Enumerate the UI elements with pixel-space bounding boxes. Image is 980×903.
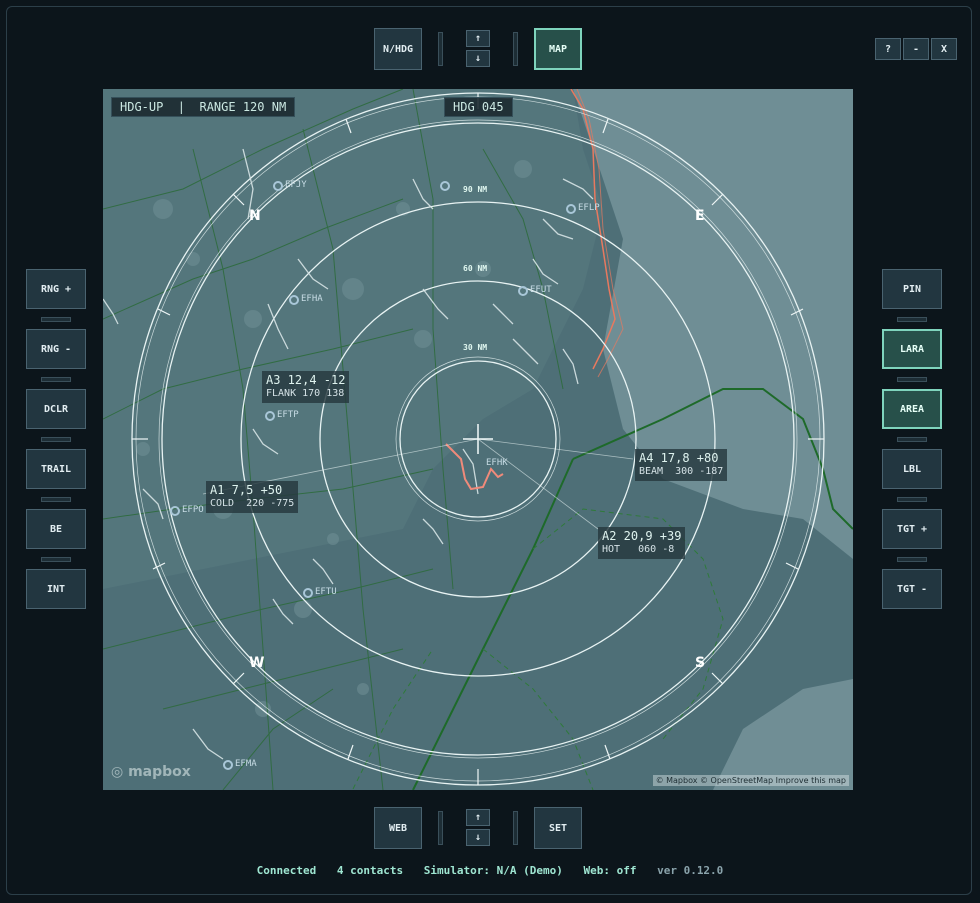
right-separator xyxy=(897,437,927,442)
right-separator xyxy=(897,497,927,502)
bottom-separator-right xyxy=(513,811,518,845)
north-heading-toggle-button[interactable]: N/HDG xyxy=(374,28,422,70)
minimize-button[interactable]: - xyxy=(903,38,929,60)
status-bar: Connected 4 contacts Simulator: N/A (Dem… xyxy=(0,864,980,877)
connection-status: Connected xyxy=(256,864,317,877)
ring-label-60: 60 NM xyxy=(463,264,488,273)
target-label-a4[interactable]: A4 17,8 +80 BEAM 300 -187 xyxy=(635,449,728,481)
top-arrow-down-button[interactable]: ↓ xyxy=(466,50,490,67)
mapbox-logo: ◎ mapbox xyxy=(111,764,191,780)
range-minus-button[interactable]: RNG - xyxy=(26,329,86,369)
bullseye-button[interactable]: BE xyxy=(26,509,86,549)
web-button[interactable]: WEB xyxy=(374,807,422,849)
airport-label: EFLP xyxy=(578,203,600,213)
airport-label: EFMA xyxy=(235,759,257,769)
ring-label-30: 30 NM xyxy=(463,343,488,352)
cardinal-east: E xyxy=(695,208,705,224)
label-button[interactable]: LBL xyxy=(882,449,942,489)
mode-range-indicator: HDG-UP | RANGE 120 NM xyxy=(111,97,296,117)
cardinal-north: N xyxy=(249,208,261,224)
map-attribution[interactable]: © Mapbox © OpenStreetMap Improve this ma… xyxy=(652,775,849,786)
right-separator xyxy=(897,557,927,562)
target-a2-line2: HOT 060 -8 xyxy=(602,544,675,555)
airport-label: EFTP xyxy=(277,410,299,420)
target-a4-line1: A4 17,8 +80 xyxy=(639,451,719,465)
bottom-separator-left xyxy=(438,811,443,845)
top-separator-right xyxy=(513,32,518,66)
left-separator xyxy=(41,437,71,442)
target-a1-line1: A1 7,5 +50 xyxy=(210,483,283,497)
radar-map[interactable]: HDG-UP | RANGE 120 NM HDG 045 30 NM 60 N… xyxy=(103,89,853,790)
target-a4-line2: BEAM 300 -187 xyxy=(639,466,724,477)
airport-label: EFUT xyxy=(530,285,552,295)
left-separator xyxy=(41,377,71,382)
target-a3-line1: A3 12,4 -12 xyxy=(266,373,346,387)
top-arrow-up-button[interactable]: ↑ xyxy=(466,30,490,47)
close-button[interactable]: X xyxy=(931,38,957,60)
settings-button[interactable]: SET xyxy=(534,807,582,849)
contacts-count: 4 contacts xyxy=(336,864,404,877)
heading-indicator: HDG 045 xyxy=(444,97,513,117)
right-separator xyxy=(897,377,927,382)
target-label-a3[interactable]: A3 12,4 -12 FLANK 170 138 xyxy=(262,371,350,403)
left-separator xyxy=(41,497,71,502)
right-separator xyxy=(897,317,927,322)
bottom-arrow-down-button[interactable]: ↓ xyxy=(466,829,490,846)
bottom-arrow-up-button[interactable]: ↑ xyxy=(466,809,490,826)
left-separator xyxy=(41,317,71,322)
airport-label: EFJY xyxy=(285,180,307,190)
left-separator xyxy=(41,557,71,562)
target-minus-button[interactable]: TGT - xyxy=(882,569,942,609)
declutter-button[interactable]: DCLR xyxy=(26,389,86,429)
target-a2-line1: A2 20,9 +39 xyxy=(602,529,682,543)
cardinal-west: W xyxy=(249,655,265,671)
map-toggle-button[interactable]: MAP xyxy=(534,28,582,70)
version-label: ver 0.12.0 xyxy=(657,864,724,877)
lara-button[interactable]: LARA xyxy=(882,329,942,369)
help-button[interactable]: ? xyxy=(875,38,901,60)
airport-label: EFTU xyxy=(315,587,337,597)
ring-label-90: 90 NM xyxy=(463,185,488,194)
range-plus-button[interactable]: RNG + xyxy=(26,269,86,309)
map-graphics xyxy=(103,89,853,790)
target-plus-button[interactable]: TGT + xyxy=(882,509,942,549)
pin-button[interactable]: PIN xyxy=(882,269,942,309)
area-button[interactable]: AREA xyxy=(882,389,942,429)
simulator-status: Simulator: N/A (Demo) xyxy=(423,864,563,877)
top-separator-left xyxy=(438,32,443,66)
mapbox-logo-text: mapbox xyxy=(128,764,191,780)
cardinal-south: S xyxy=(695,655,706,671)
target-a3-line2: FLANK 170 138 xyxy=(266,388,345,399)
target-a1-line2: COLD 220 -775 xyxy=(210,498,295,509)
intercept-button[interactable]: INT xyxy=(26,569,86,609)
target-label-a2[interactable]: A2 20,9 +39 HOT 060 -8 xyxy=(598,527,686,559)
web-status: Web: off xyxy=(583,864,637,877)
airport-label: EFPO xyxy=(182,505,204,515)
target-label-a1[interactable]: A1 7,5 +50 COLD 220 -775 xyxy=(206,481,299,513)
airport-label: EFHK xyxy=(486,458,508,468)
airport-label: EFHA xyxy=(301,294,323,304)
trail-button[interactable]: TRAIL xyxy=(26,449,86,489)
